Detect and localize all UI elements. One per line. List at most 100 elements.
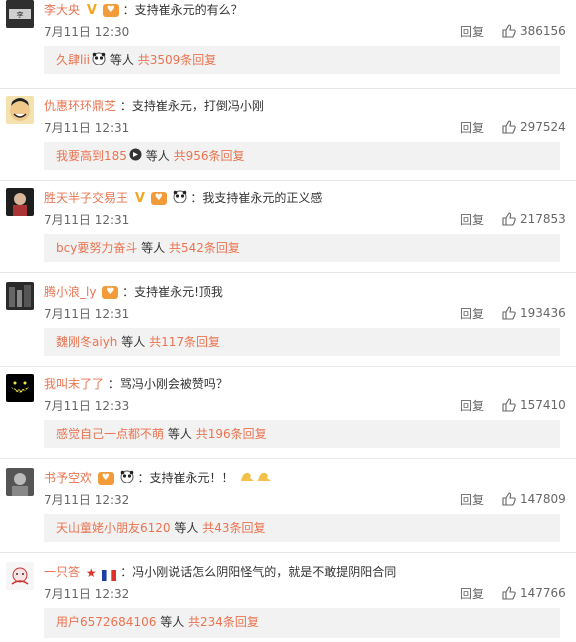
comment-text: ：我支持崔永元的正义感 xyxy=(190,191,323,205)
avatar[interactable] xyxy=(6,96,34,124)
reply-others: 等人 xyxy=(174,521,199,535)
reply-others: 等人 xyxy=(141,241,166,255)
reply-button[interactable]: 回复 xyxy=(460,24,484,40)
divider xyxy=(0,180,576,181)
reply-total[interactable]: 共234条回复 xyxy=(188,615,259,629)
reply-total[interactable]: 共956条回复 xyxy=(174,149,245,163)
reply-usernames[interactable]: 我要高到185 xyxy=(56,149,127,163)
divider xyxy=(0,366,576,367)
reply-summary[interactable]: 魏刚冬aiyh 等人 共117条回复 xyxy=(44,328,560,356)
username[interactable]: 胜天半子交易王 xyxy=(44,191,128,205)
reply-button[interactable]: 回复 xyxy=(460,492,484,508)
avatar[interactable]: 李 xyxy=(6,0,34,28)
reply-usernames[interactable]: 天山童姥小朋友6120 xyxy=(56,521,171,535)
reply-total[interactable]: 共43条回复 xyxy=(202,521,265,535)
like-count: 386156 xyxy=(520,24,566,38)
timestamp: 7月11日 12:30 xyxy=(44,25,130,39)
like-count: 193436 xyxy=(520,306,566,320)
reply-summary[interactable]: 天山童姥小朋友6120 等人 共43条回复 xyxy=(44,514,560,542)
username[interactable]: 一只答 xyxy=(44,565,80,579)
divider xyxy=(0,552,576,553)
comment-text: ：支持崔永元！！ xyxy=(137,471,234,485)
comment-text: ：骂冯小刚会被赞吗？ xyxy=(107,377,228,391)
username[interactable]: 我叫末了了 xyxy=(44,377,104,391)
timestamp: 7月11日 12:32 xyxy=(44,587,130,601)
fan-badge-icon: ♥ xyxy=(150,192,167,205)
reply-summary[interactable]: 感觉自己一点都不萌 等人 共196条回复 xyxy=(44,420,560,448)
timestamp: 7月11日 12:31 xyxy=(44,307,130,321)
divider xyxy=(0,88,576,89)
avatar[interactable] xyxy=(6,468,34,496)
reply-summary[interactable]: 久肆lii 等人 共3509条回复 xyxy=(44,46,560,74)
avatar[interactable] xyxy=(6,282,34,310)
reply-total[interactable]: 共117条回复 xyxy=(149,335,220,349)
reply-usernames[interactable]: bcy要努力奋斗 xyxy=(56,241,137,255)
reply-usernames[interactable]: 魏刚冬aiyh xyxy=(56,335,117,349)
like-button[interactable]: 297524 xyxy=(502,118,566,136)
reply-total[interactable]: 共3509条回复 xyxy=(138,53,217,67)
avatar[interactable] xyxy=(6,188,34,216)
like-count: 297524 xyxy=(520,120,566,134)
thumbs-up-icon xyxy=(502,212,516,226)
thumbs-up-icon xyxy=(502,120,516,134)
v-verified-icon: V xyxy=(86,2,97,18)
reply-summary[interactable]: 用户6572684106 等人 共234条回复 xyxy=(44,608,560,638)
avatar[interactable] xyxy=(6,562,34,590)
like-button[interactable]: 147809 xyxy=(502,490,566,508)
like-button[interactable]: 157410 xyxy=(502,396,566,414)
like-count: 147766 xyxy=(520,586,566,600)
like-button[interactable]: 147766 xyxy=(502,584,566,602)
svg-text:李: 李 xyxy=(17,10,24,19)
like-count: 157410 xyxy=(520,398,566,412)
reply-others: 等人 xyxy=(167,427,192,441)
thumbs-up-icon xyxy=(502,398,516,412)
fan-badge-icon: ♥ xyxy=(102,4,119,17)
reply-others: 等人 xyxy=(121,335,146,349)
circle-badge-icon xyxy=(129,143,142,171)
reply-others: 等人 xyxy=(145,149,170,163)
reply-button[interactable]: 回复 xyxy=(460,212,484,228)
reply-usernames[interactable]: 久肆lii xyxy=(56,53,90,67)
username[interactable]: 腾小浪_ly xyxy=(44,285,96,299)
reply-total[interactable]: 共542条回复 xyxy=(169,241,240,255)
thumbs-up-icon xyxy=(502,586,516,600)
comment-text: ：冯小刚说话怎么阴阳怪气的，就是不敢提阴阳合同 xyxy=(120,565,397,579)
thumbs-up-icon xyxy=(502,492,516,506)
fan-badge-icon: ♥ xyxy=(97,472,114,485)
comment-text: ：支持崔永元!顶我 xyxy=(122,285,223,299)
france-flag-icon xyxy=(102,567,117,581)
reply-others: 等人 xyxy=(160,615,185,629)
timestamp: 7月11日 12:32 xyxy=(44,493,130,507)
comment-text: ：支持崔永元的有么？ xyxy=(122,3,243,17)
timestamp: 7月11日 12:31 xyxy=(44,121,130,135)
reply-button[interactable]: 回复 xyxy=(460,586,484,602)
like-button[interactable]: 193436 xyxy=(502,304,566,322)
thumbs-up-icon xyxy=(502,306,516,320)
thumbs-up-icon xyxy=(502,24,516,38)
like-button[interactable]: 217853 xyxy=(502,210,566,228)
reply-summary[interactable]: 我要高到185 等人 共956条回复 xyxy=(44,142,560,170)
divider xyxy=(0,458,576,459)
reply-button[interactable]: 回复 xyxy=(460,398,484,414)
username[interactable]: 书予空欢 xyxy=(44,471,92,485)
timestamp: 7月11日 12:33 xyxy=(44,399,130,413)
reply-others: 等人 xyxy=(109,53,134,67)
panda-emoji-icon xyxy=(173,189,187,209)
reply-button[interactable]: 回复 xyxy=(460,120,484,136)
flexed-biceps-emoji-icon xyxy=(239,469,273,489)
panda-emoji-icon xyxy=(92,47,106,75)
reply-usernames[interactable]: 用户6572684106 xyxy=(56,615,156,629)
username[interactable]: 李大央 xyxy=(44,3,80,17)
red-star-icon: ★ xyxy=(85,565,97,580)
reply-summary[interactable]: bcy要努力奋斗 等人 共542条回复 xyxy=(44,234,560,262)
reply-button[interactable]: 回复 xyxy=(460,306,484,322)
panda-emoji-icon xyxy=(120,469,134,489)
comment-text: ：支持崔永元，打倒冯小刚 xyxy=(119,99,264,113)
timestamp: 7月11日 12:31 xyxy=(44,213,130,227)
avatar[interactable] xyxy=(6,374,34,402)
like-button[interactable]: 386156 xyxy=(502,22,566,40)
reply-usernames[interactable]: 感觉自己一点都不萌 xyxy=(56,427,164,441)
fan-badge-icon: ♥ xyxy=(102,286,119,299)
username[interactable]: 仇惠环环鼎芝 xyxy=(44,99,116,113)
reply-total[interactable]: 共196条回复 xyxy=(196,427,267,441)
